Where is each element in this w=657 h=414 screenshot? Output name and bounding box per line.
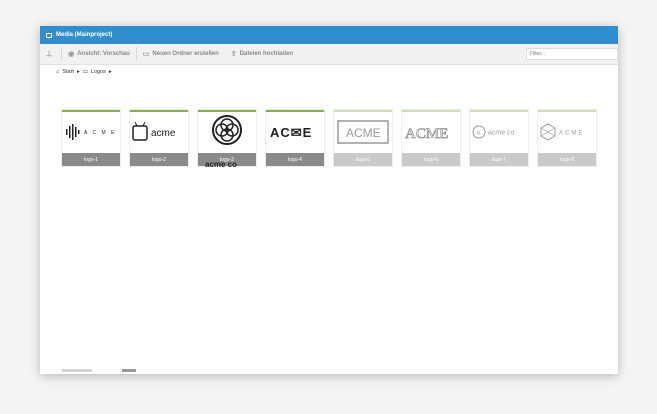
- scrollbar-track: [62, 369, 92, 372]
- view-mode-label: Ansicht: Vorschau: [77, 51, 130, 57]
- logo-8-wordmark: ACME: [559, 131, 584, 137]
- media-tile-logo-1[interactable]: A C M E logo-1: [62, 110, 120, 166]
- logo-7-wordmark: acme co: [488, 130, 515, 137]
- window-title: Media (Mainproject): [56, 32, 113, 38]
- new-folder-label: Neuen Ordner erstellen: [152, 51, 219, 57]
- logo-5-wordmark: ACME: [346, 126, 381, 140]
- media-tile-logo-7[interactable]: a acme co logo-7: [470, 110, 528, 166]
- eye-icon: ◉: [68, 51, 75, 58]
- upload-icon: ⇪: [230, 51, 237, 58]
- logo-8-image: ACME: [538, 112, 596, 152]
- tile-label: logo-4: [266, 153, 324, 166]
- media-grid: A C M E logo-1 acme logo-2 logo-3 acme c…: [62, 110, 602, 170]
- new-folder-button[interactable]: ▭ Neuen Ordner erstellen: [137, 44, 225, 64]
- logo-7-image: a acme co: [470, 112, 528, 152]
- breadcrumb-separator: ▸: [108, 69, 112, 75]
- media-tile-logo-4[interactable]: AC✉E logo-4: [266, 110, 324, 166]
- logo-6-image: ACME: [402, 112, 460, 152]
- svg-text:a: a: [477, 131, 481, 137]
- logo-3-image: [198, 112, 256, 152]
- svg-text:A C M E: A C M E: [84, 130, 116, 136]
- logo-6-wordmark: ACME: [405, 126, 448, 142]
- breadcrumb: ⌂ Start ▸ ▭ Logos ▸: [40, 65, 618, 79]
- media-tile-logo-3[interactable]: logo-3 acme co: [198, 110, 256, 169]
- tile-label: logo-1: [62, 153, 120, 166]
- media-tile-logo-8[interactable]: ACME logo-8: [538, 110, 596, 166]
- tile-label: logo-2: [130, 153, 188, 166]
- upload-label: Dateien hochladen: [239, 51, 293, 57]
- logo-2-image: acme: [130, 112, 188, 152]
- sitemap-icon: ⊥: [46, 51, 53, 58]
- folder-icon: ▭: [142, 51, 150, 58]
- media-tile-logo-2[interactable]: acme logo-2: [130, 110, 188, 166]
- breadcrumb-start[interactable]: Start: [62, 69, 74, 75]
- horizontal-scrollbar[interactable]: [62, 369, 172, 372]
- logo-3-wordmark: acme co: [205, 160, 237, 169]
- upload-button[interactable]: ⇪ Dateien hochladen: [225, 44, 299, 64]
- logo-2-wordmark: acme: [151, 128, 176, 139]
- toolbar: ⊥ ◉ Ansicht: Vorschau ▭ Neuen Ordner ers…: [40, 44, 618, 65]
- media-tile-logo-5[interactable]: ACME logo-5: [334, 110, 392, 166]
- media-tile-logo-6[interactable]: ACME logo-6: [402, 110, 460, 166]
- logo-5-image: ACME: [334, 112, 392, 152]
- logo-4-wordmark: AC✉E: [270, 125, 312, 140]
- logo-1-image: A C M E: [62, 112, 120, 152]
- scrollbar-thumb[interactable]: [122, 369, 136, 372]
- home-icon: ⌂: [56, 69, 60, 75]
- title-bar: Media (Mainproject): [40, 26, 618, 44]
- tile-label: logo-7: [470, 153, 528, 166]
- filter-input[interactable]: [526, 48, 618, 60]
- sitemap-button[interactable]: ⊥: [40, 44, 61, 64]
- tile-label: logo-8: [538, 153, 596, 166]
- breadcrumb-logos[interactable]: Logos: [91, 69, 106, 75]
- view-mode-button[interactable]: ◉ Ansicht: Vorschau: [62, 44, 136, 64]
- tile-label: logo-5: [334, 153, 392, 166]
- image-icon: [46, 32, 52, 38]
- folder-icon: ▭: [82, 69, 88, 75]
- tile-label: logo-6: [402, 153, 460, 166]
- media-window: Media (Mainproject) ⊥ ◉ Ansicht: Vorscha…: [40, 26, 618, 374]
- breadcrumb-separator: ▸: [76, 69, 80, 75]
- logo-4-image: AC✉E: [266, 112, 324, 152]
